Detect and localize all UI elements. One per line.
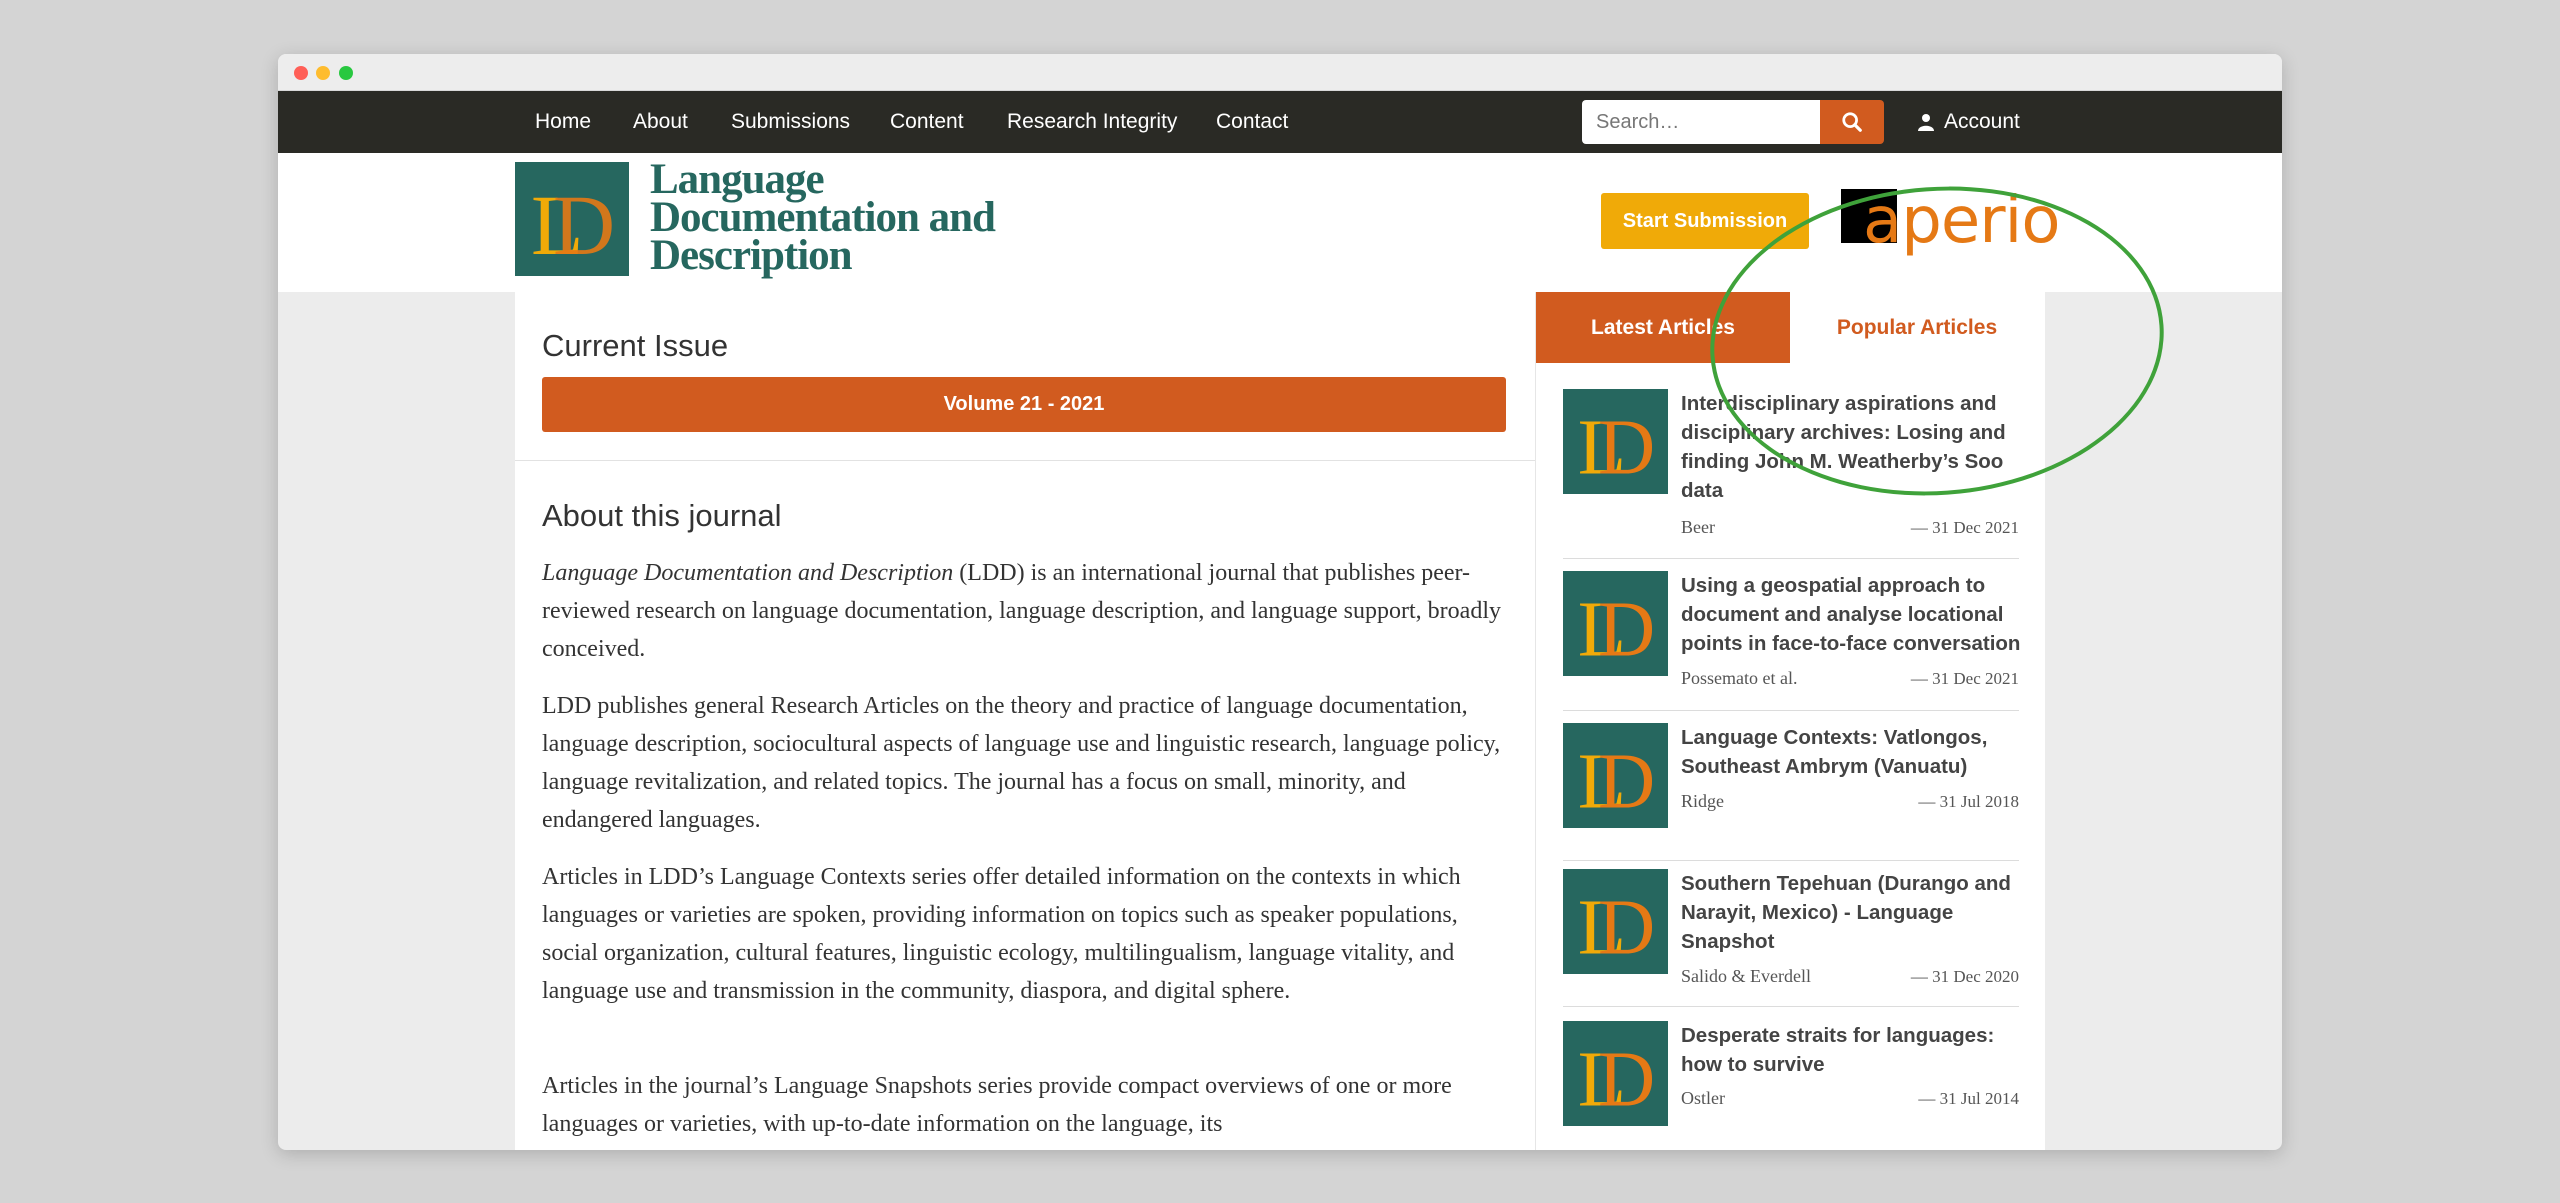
nav-contact[interactable]: Contact xyxy=(1216,110,1288,134)
main-content: Current Issue Volume 21 - 2021 About thi… xyxy=(515,292,1535,1150)
article-thumbnail: LD xyxy=(1563,389,1668,494)
article-thumbnail: LD xyxy=(1563,571,1668,676)
article-title[interactable]: Southern Tepehuan (Durango and Narayit, … xyxy=(1681,869,2021,956)
search-icon xyxy=(1842,112,1862,132)
start-submission-button[interactable]: Start Submission xyxy=(1601,193,1809,249)
current-issue-title: Current Issue xyxy=(542,328,729,363)
search-input[interactable] xyxy=(1582,100,1820,144)
article-item[interactable]: LD Southern Tepehuan (Durango and Narayi… xyxy=(1563,869,2019,1007)
volume-button[interactable]: Volume 21 - 2021 xyxy=(542,377,1506,432)
logo-line-3: Description xyxy=(650,232,853,279)
title-bar xyxy=(278,54,2282,91)
svg-text:D: D xyxy=(1598,738,1655,826)
article-date: — 31 Dec 2020 xyxy=(1910,967,2019,986)
about-paragraph-4: Articles in the journal’s Language Snaps… xyxy=(542,1073,1452,1137)
article-author: Salido & Everdell xyxy=(1681,966,1811,986)
articles-sidebar: Latest Articles Popular Articles LD Inte… xyxy=(1535,292,2045,1150)
article-author: Ridge xyxy=(1681,791,1724,811)
article-title[interactable]: Desperate straits for languages: how to … xyxy=(1681,1021,2021,1079)
article-thumbnail: LD xyxy=(1563,1021,1668,1126)
article-date: — 31 Jul 2014 xyxy=(1918,1089,2019,1108)
minimize-window-button[interactable] xyxy=(316,66,330,80)
article-thumbnail: LD xyxy=(1563,723,1668,828)
close-window-button[interactable] xyxy=(294,66,308,80)
account-link[interactable]: Account xyxy=(1918,110,2020,134)
article-date: — 31 Jul 2018 xyxy=(1918,792,2019,811)
user-icon xyxy=(1918,114,1934,131)
site-header: L D Language Documentation and Descripti… xyxy=(278,153,2282,292)
journal-name: Language Documentation and Description xyxy=(542,560,954,586)
maximize-window-button[interactable] xyxy=(339,66,353,80)
article-item[interactable]: LD Language Contexts: Vatlongos, Southea… xyxy=(1563,723,2019,861)
search-button[interactable] xyxy=(1820,100,1884,144)
ldd-logo-icon[interactable]: L D xyxy=(515,162,629,276)
aperio-logo[interactable]: aperio xyxy=(1841,184,2060,258)
article-title[interactable]: Using a geospatial approach to document … xyxy=(1681,571,2021,658)
account-label: Account xyxy=(1944,110,2020,133)
svg-text:D: D xyxy=(1598,404,1655,492)
top-navbar: Home About Submissions Content Research … xyxy=(278,91,2282,153)
tab-latest-articles[interactable]: Latest Articles xyxy=(1536,292,1790,363)
journal-logo-text[interactable]: Language Documentation and Description xyxy=(650,158,996,279)
aperio-logo-text: aperio xyxy=(1863,184,2060,258)
article-author: Possemato et al. xyxy=(1681,668,1798,688)
article-title[interactable]: Interdisciplinary aspirations and discip… xyxy=(1681,389,2021,505)
article-author: Ostler xyxy=(1681,1088,1725,1108)
tab-popular-articles[interactable]: Popular Articles xyxy=(1790,292,2044,363)
article-thumbnail: LD xyxy=(1563,869,1668,974)
browser-window: Home About Submissions Content Research … xyxy=(278,54,2282,1150)
svg-text:D: D xyxy=(1598,884,1655,972)
article-item[interactable]: LD Desperate straits for languages: how … xyxy=(1563,1021,2019,1141)
article-title[interactable]: Language Contexts: Vatlongos, Southeast … xyxy=(1681,723,2021,781)
article-date: — 31 Dec 2021 xyxy=(1910,518,2019,537)
article-author: Beer xyxy=(1681,517,1715,537)
nav-home[interactable]: Home xyxy=(535,110,591,134)
about-paragraph-3: Articles in LDD’s Language Contexts seri… xyxy=(542,864,1461,1004)
nav-submissions[interactable]: Submissions xyxy=(731,110,850,134)
nav-content[interactable]: Content xyxy=(890,110,964,134)
svg-text:D: D xyxy=(553,177,615,273)
section-divider xyxy=(515,460,1535,461)
svg-text:D: D xyxy=(1598,1036,1655,1124)
article-item[interactable]: LD Interdisciplinary aspirations and dis… xyxy=(1563,389,2019,559)
article-date: — 31 Dec 2021 xyxy=(1910,669,2019,688)
about-paragraph-1: Language Documentation and Description (… xyxy=(542,554,1512,668)
article-item[interactable]: LD Using a geospatial approach to docume… xyxy=(1563,571,2021,711)
nav-about[interactable]: About xyxy=(633,110,688,134)
svg-text:D: D xyxy=(1598,586,1655,674)
about-paragraph-2: LDD publishes general Research Articles … xyxy=(542,693,1501,833)
nav-research-integrity[interactable]: Research Integrity xyxy=(1007,110,1177,134)
about-title: About this journal xyxy=(542,498,782,533)
